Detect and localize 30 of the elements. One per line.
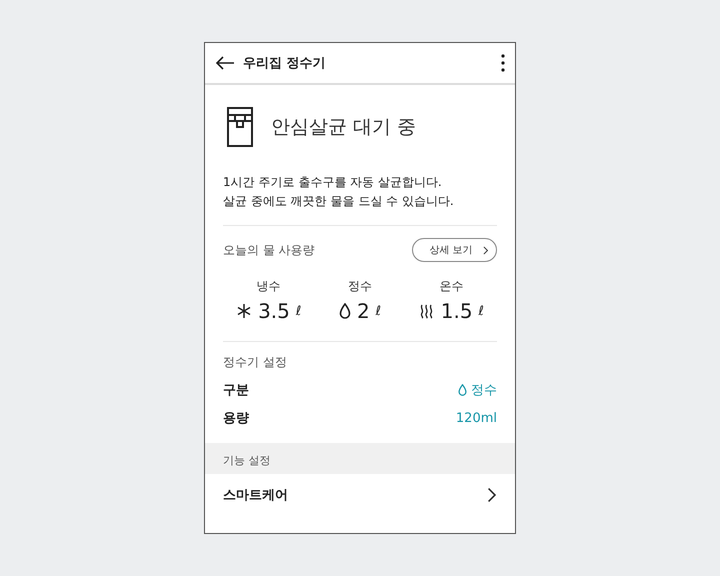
section-title: 정수기 설정 (223, 354, 287, 371)
chevron-right-icon (487, 487, 497, 503)
screen-title: 우리집 정수기 (243, 55, 327, 72)
more-menu-button[interactable] (501, 54, 505, 72)
snowflake-icon (236, 303, 252, 319)
section-title: 기능 설정 (223, 454, 270, 467)
unit-label: ℓ (296, 304, 302, 318)
water-type-label: 냉수 (256, 278, 281, 295)
unit-label: ℓ (376, 304, 382, 318)
back-button[interactable] (215, 56, 235, 70)
status-title: 안심살균 대기 중 (271, 115, 416, 140)
setting-value: 120ml (456, 410, 497, 426)
chevron-right-icon (482, 246, 488, 254)
usage-amount: 1.5 (440, 299, 473, 323)
heat-waves-icon (418, 303, 435, 319)
setting-label: 용량 (223, 410, 249, 427)
water-type-label: 정수 (348, 278, 372, 295)
feature-item[interactable]: 스마트케어 (223, 486, 288, 504)
water-purifier-icon (227, 107, 253, 147)
water-drop-icon (458, 384, 467, 396)
setting-value: 정수 (471, 382, 497, 399)
usage-amount: 3.5 (258, 299, 290, 323)
water-drop-icon (338, 303, 351, 319)
setting-label: 구분 (223, 382, 249, 399)
section-title: 오늘의 물 사용량 (223, 242, 315, 258)
usage-amount: 2 (356, 299, 370, 323)
status-description: 1시간 주기로 출수구를 자동 살균합니다. 살균 중에도 깨끗한 물을 드실 수 있습니다. (223, 173, 497, 226)
details-button[interactable]: 상세 보기 (412, 238, 497, 262)
water-type-label: 온수 (439, 278, 464, 295)
unit-label: ℓ (478, 304, 484, 318)
